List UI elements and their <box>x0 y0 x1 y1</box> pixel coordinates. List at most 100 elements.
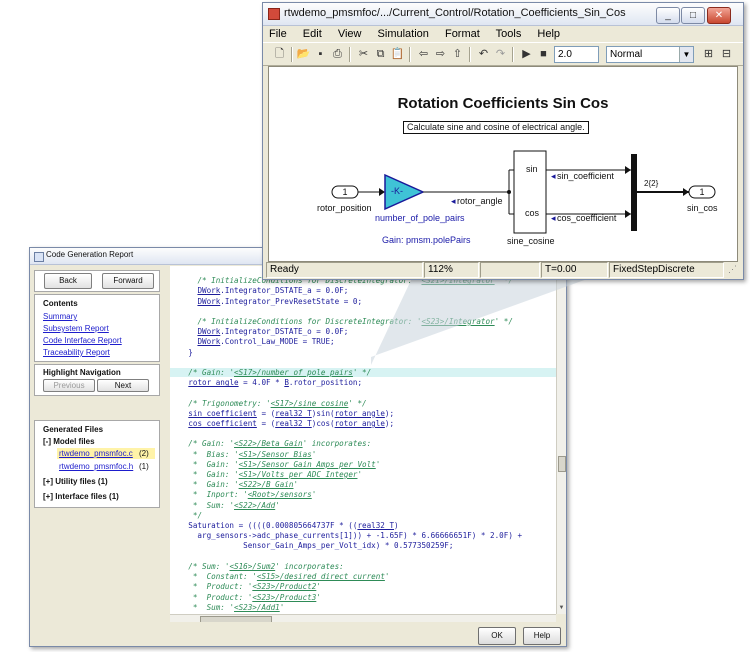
stop-time-field[interactable]: 2.0 <box>554 46 599 63</box>
code-view: /* InitializeConditions for DiscreteInte… <box>170 266 556 614</box>
status-bar: Ready 112% T=0.00 FixedStepDiscrete ⋰ <box>263 260 743 279</box>
library-browser-icon[interactable]: ⊞ <box>700 46 717 62</box>
stop-icon[interactable]: ■ <box>535 46 552 62</box>
forward-arrow-icon[interactable]: ⇨ <box>432 46 449 62</box>
gain-block-name: number_of_pole_pairs <box>375 213 465 223</box>
menu-simulation[interactable]: Simulation <box>378 28 429 40</box>
new-model-icon[interactable]: 🗋 <box>271 46 288 62</box>
ok-button[interactable]: OK <box>478 627 516 645</box>
help-button[interactable]: Help <box>523 627 561 645</box>
model-canvas[interactable]: Rotation Coefficients Sin Cos Calculate … <box>268 66 738 262</box>
paste-icon[interactable]: 📋 <box>389 46 406 62</box>
utility-files-toggle[interactable]: [+] Utility files (1) <box>43 477 108 486</box>
menu-view[interactable]: View <box>338 28 362 40</box>
toolbar-separator <box>469 47 471 62</box>
code-line: Saturation = ((((0.000805664737F * ((rea… <box>170 521 399 531</box>
code-vertical-scrollbar[interactable]: ▲ ▼ <box>556 266 566 614</box>
code-generation-report-window: Code Generation Report Back Forward Cont… <box>29 247 567 647</box>
code-line: rotor_angle = 4.0F * B.rotor_position; <box>188 378 363 388</box>
scroll-down-arrow[interactable]: ▼ <box>557 605 566 614</box>
model-explorer-icon[interactable]: ⊟ <box>718 46 735 62</box>
menu-format[interactable]: Format <box>445 28 480 40</box>
report-window-title: Code Generation Report <box>46 250 134 259</box>
code-line: * Sum: '<S22>/Add' <box>188 500 280 510</box>
code-line: /* InitializeConditions for DiscreteInte… <box>197 317 513 327</box>
mux-block[interactable] <box>631 154 637 231</box>
outport-number: 1 <box>699 187 705 197</box>
arrowhead <box>625 166 631 174</box>
status-ready: Ready <box>266 262 423 278</box>
trig-port-sin: sin <box>526 164 538 174</box>
diagram-heading: Rotation Coefficients Sin Cos <box>397 95 609 112</box>
next-button[interactable]: Next <box>97 379 149 392</box>
print-icon[interactable]: ⎙ <box>329 46 346 62</box>
cos-signal-marker: ◂ <box>551 213 556 223</box>
code-line: Sensor_Gain_Amps_per_Volt_idx) * 0.57735… <box>170 541 454 551</box>
toolbar-separator <box>512 47 514 62</box>
undo-icon[interactable]: ↶ <box>475 46 492 62</box>
cut-icon[interactable]: ✂ <box>355 46 372 62</box>
file-link-h[interactable]: rtwdemo_pmsmfoc.h <box>59 462 133 471</box>
report-sidebar: Back Forward Contents Summary Subsystem … <box>34 266 162 618</box>
menu-file[interactable]: File <box>269 28 287 40</box>
menu-help[interactable]: Help <box>537 28 560 40</box>
generated-files-heading: Generated Files <box>43 425 104 434</box>
code-line: * Gain: '<S22>/B_Gain' <box>188 480 299 490</box>
previous-button[interactable]: Previous <box>43 379 95 392</box>
back-button[interactable]: Back <box>44 273 92 289</box>
forward-button[interactable]: Forward <box>102 273 154 289</box>
code-line: /* Sum: '<S16>/Sum2' incorporates: <box>188 561 344 571</box>
toolbar-separator <box>291 47 293 62</box>
arrowhead <box>625 210 631 218</box>
file-link-c[interactable]: rtwdemo_pmsmfoc.c <box>59 449 133 458</box>
arrowhead <box>379 188 385 196</box>
diagram-annotation[interactable]: Calculate sine and cosine of electrical … <box>403 121 589 134</box>
traceability-report-link[interactable]: Traceability Report <box>43 348 110 357</box>
code-interface-report-link[interactable]: Code Interface Report <box>43 336 122 345</box>
scroll-thumb[interactable] <box>558 456 566 472</box>
copy-icon[interactable]: ⧉ <box>372 46 389 62</box>
rotor-angle-marker: ◂ <box>451 196 456 206</box>
save-icon[interactable]: ▪ <box>312 46 329 62</box>
subsystem-report-link[interactable]: Subsystem Report <box>43 324 109 333</box>
summary-link[interactable]: Summary <box>43 312 77 321</box>
file-count-h: (1) <box>139 462 149 471</box>
code-line: DWork.Integrator_DSTATE_o = 0.0F; <box>197 327 349 337</box>
trig-port-cos: cos <box>525 208 540 218</box>
close-button[interactable]: ✕ <box>707 7 731 24</box>
up-arrow-icon[interactable]: ⇧ <box>449 46 466 62</box>
code-line: /* Trigonometry: '<S17>/sine_cosine' */ <box>188 398 367 408</box>
status-blank <box>480 262 540 278</box>
interface-files-toggle[interactable]: [+] Interface files (1) <box>43 492 119 501</box>
menu-edit[interactable]: Edit <box>303 28 322 40</box>
simulink-model-window: rtwdemo_pmsmfoc/.../Current_Control/Rota… <box>262 2 744 280</box>
open-icon[interactable]: 📂 <box>295 46 312 62</box>
status-time: T=0.00 <box>541 262 608 278</box>
cos-coefficient-signal: cos_coefficient <box>557 213 617 223</box>
code-line: DWork.Control_Law_MODE = TRUE; <box>197 337 335 347</box>
gain-parameter-label: Gain: pmsm.polePairs <box>382 235 471 245</box>
maximize-button[interactable]: □ <box>681 7 705 24</box>
redo-icon[interactable]: ↷ <box>492 46 509 62</box>
minimize-button[interactable]: _ <box>656 7 680 24</box>
run-icon[interactable]: ▶ <box>518 46 535 62</box>
chevron-down-icon[interactable]: ▼ <box>679 47 693 62</box>
back-arrow-icon[interactable]: ⇦ <box>415 46 432 62</box>
outport-name: sin_cos <box>687 203 718 213</box>
resize-grip-icon[interactable]: ⋰ <box>725 262 740 276</box>
status-solver: FixedStepDiscrete <box>609 262 724 278</box>
code-line: * Gain: '<S1>/Volts_per_ADC_Integer' <box>188 470 363 480</box>
code-line: } <box>170 347 193 357</box>
simulation-mode-select[interactable]: Normal ▼ <box>606 46 694 63</box>
menu-tools[interactable]: Tools <box>496 28 522 40</box>
code-line: * Inport: '<Root>/sensors' <box>188 490 317 500</box>
code-line: * Product: '<S23>/Product2' <box>188 582 321 592</box>
generated-files-panel: Generated Files [-] Model files rtwdemo_… <box>34 420 160 508</box>
model-files-toggle[interactable]: [-] Model files <box>43 437 95 446</box>
code-line: * Constant: '<S15>/desired_direct_curren… <box>188 572 390 582</box>
gain-symbol: -K- <box>391 186 403 196</box>
